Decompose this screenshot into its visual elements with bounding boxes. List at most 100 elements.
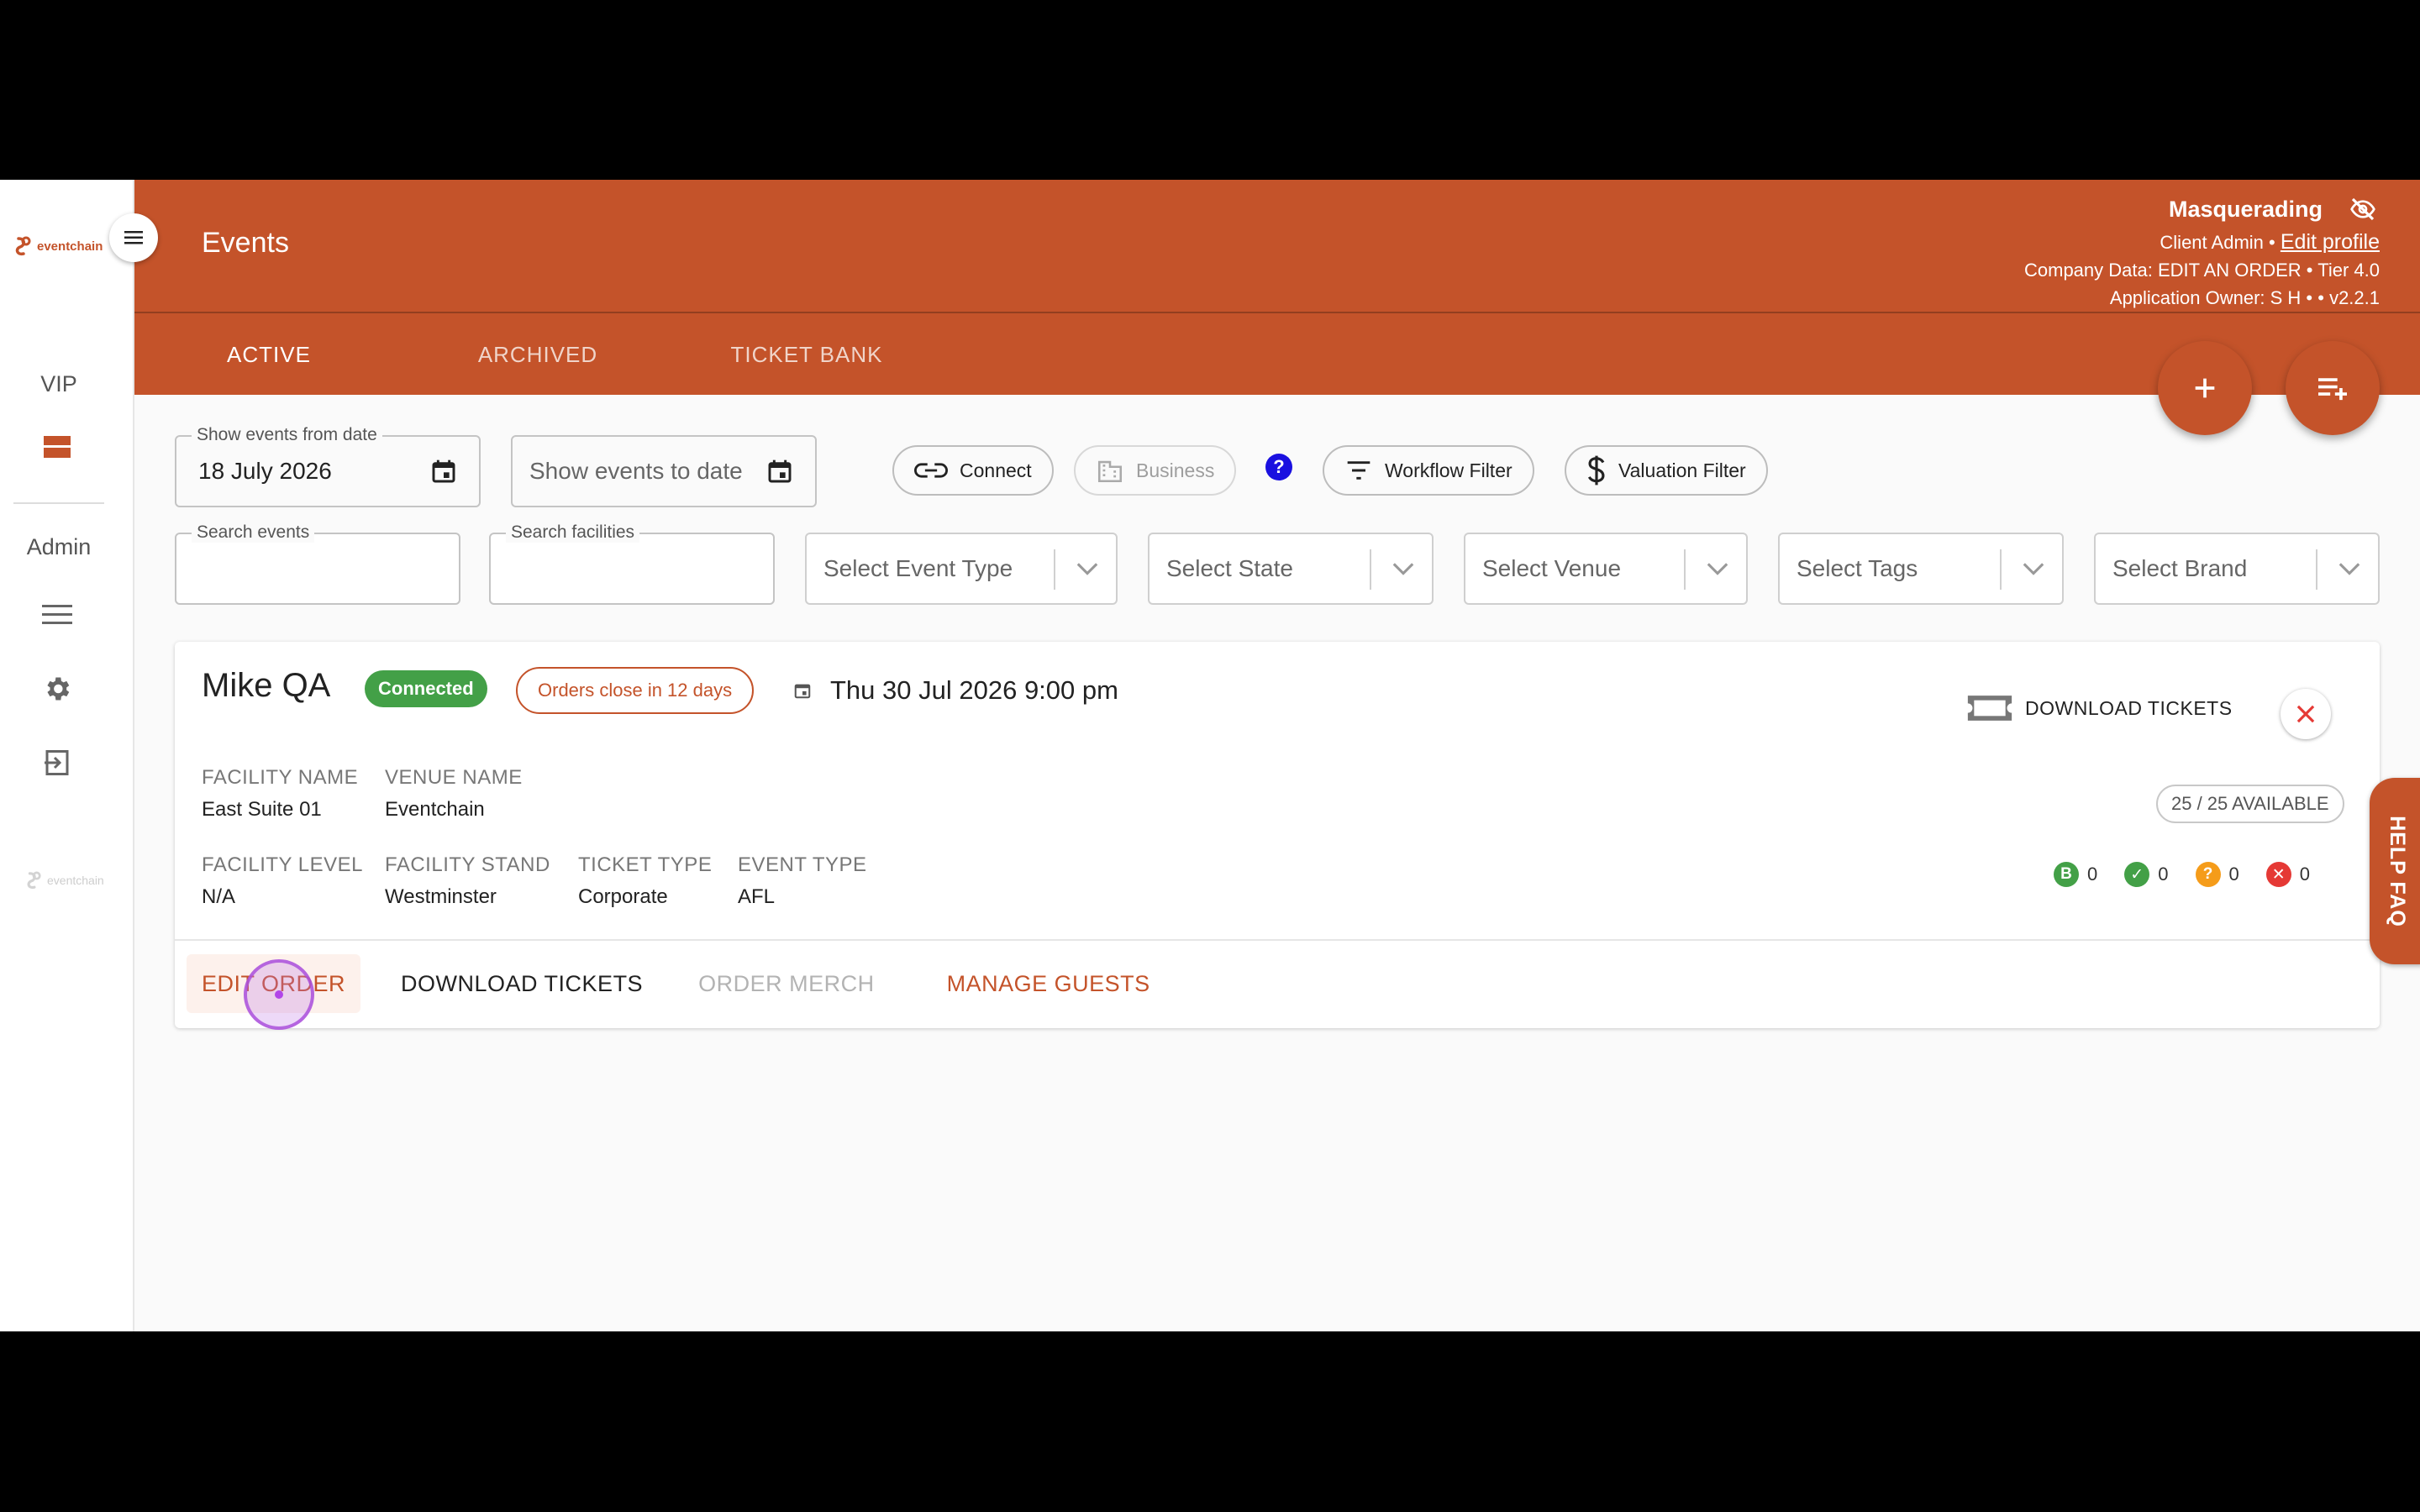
status-booked: B 0 — [2054, 862, 2097, 887]
dropdown-toggle[interactable] — [1392, 534, 1415, 603]
select-separator — [2000, 549, 2002, 590]
facility-level-field: FACILITY LEVEL N/A — [202, 853, 363, 909]
app-window: eventchain VIP Admin eventchain Events M… — [0, 180, 2420, 1331]
app-logo[interactable]: eventchain — [13, 235, 103, 257]
ticket-icon — [1967, 696, 2012, 721]
sidebar-item-logout[interactable] — [39, 744, 76, 781]
ticket-type-field: TICKET TYPE Corporate — [578, 853, 712, 909]
cross-icon: ✕ — [2265, 862, 2291, 887]
business-filter-chip[interactable]: Business — [1074, 445, 1237, 496]
add-event-button[interactable] — [2158, 341, 2252, 435]
dropdown-toggle[interactable] — [1706, 534, 1729, 603]
connect-label: Connect — [960, 459, 1032, 481]
business-icon — [1097, 460, 1123, 483]
sidebar-vip-label: VIP — [40, 371, 77, 396]
hamburger-icon — [124, 231, 143, 244]
to-date-placeholder: Show events to date — [529, 458, 743, 484]
from-date-picker[interactable] — [430, 437, 457, 506]
pending-count: 0 — [2228, 864, 2239, 885]
event-card: Mike QA Connected Orders close in 12 day… — [175, 642, 2380, 1028]
download-tickets-top-button[interactable]: DOWNLOAD TICKETS — [1966, 692, 2233, 724]
facility-stand-value: Westminster — [385, 885, 497, 908]
tags-select[interactable]: Select Tags — [1778, 533, 2064, 605]
brand-placeholder: Select Brand — [2112, 555, 2248, 581]
event-datetime-text: Thu 30 Jul 2026 9:00 pm — [830, 675, 1118, 705]
connect-filter-chip[interactable]: Connect — [892, 445, 1054, 496]
to-date-picker[interactable] — [766, 437, 793, 506]
event-datetime: Thu 30 Jul 2026 9:00 pm — [793, 667, 1118, 714]
filter-icon — [1347, 461, 1370, 480]
ticket-type-label: TICKET TYPE — [578, 853, 713, 876]
edit-profile-link[interactable]: Edit profile — [2281, 230, 2380, 254]
declined-count: 0 — [2299, 864, 2310, 885]
facility-level-label: FACILITY LEVEL — [202, 853, 363, 876]
sidebar: eventchain VIP Admin eventchain — [0, 180, 134, 1331]
sidebar-toggle-button[interactable] — [109, 213, 158, 262]
event-tabs: ACTIVE ARCHIVED TICKET BANK — [134, 314, 941, 395]
eye-off-icon[interactable] — [2346, 196, 2380, 223]
dollar-icon — [1587, 455, 1605, 486]
from-date-field[interactable]: Show events from date 18 July 2026 — [175, 425, 481, 507]
question-icon: ? — [2195, 862, 2221, 887]
workflow-filter-label: Workflow Filter — [1385, 459, 1512, 481]
event-type-label: EVENT TYPE — [738, 853, 867, 876]
close-event-button[interactable] — [2281, 689, 2331, 739]
search-events-label: Search events — [192, 522, 315, 543]
tab-active[interactable]: ACTIVE — [134, 314, 403, 395]
user-info: Masquerading Client Admin • Edit profile… — [2024, 190, 2380, 312]
tags-placeholder: Select Tags — [1797, 555, 1918, 581]
sidebar-admin-label: Admin — [26, 534, 92, 559]
search-facilities-input[interactable]: Search facilities — [489, 522, 775, 605]
events-icon — [44, 436, 71, 458]
select-separator — [1370, 549, 1371, 590]
application-owner: Application Owner: S H • • v2.2.1 — [2109, 287, 2380, 308]
download-tickets-button[interactable]: DOWNLOAD TICKETS — [386, 954, 658, 1013]
facility-name-field: FACILITY NAME East Suite 01 — [202, 766, 358, 822]
tab-archived[interactable]: ARCHIVED — [403, 314, 672, 395]
plus-icon — [2195, 378, 2215, 398]
add-to-list-button[interactable] — [2286, 341, 2380, 435]
search-facilities-label: Search facilities — [506, 522, 640, 543]
workflow-filter-chip[interactable]: Workflow Filter — [1323, 445, 1534, 496]
from-date-value: 18 July 2026 — [198, 458, 332, 484]
tab-ticket-bank[interactable]: TICKET BANK — [672, 314, 941, 395]
footer-logo: eventchain — [25, 870, 104, 890]
valuation-filter-chip[interactable]: Valuation Filter — [1565, 445, 1768, 496]
company-data: Company Data: EDIT AN ORDER • Tier 4.0 — [2024, 260, 2380, 281]
event-type-select[interactable]: Select Event Type — [805, 533, 1118, 605]
dropdown-toggle[interactable] — [2022, 534, 2045, 603]
order-merch-button[interactable]: ORDER MERCH — [683, 954, 890, 1013]
state-select[interactable]: Select State — [1148, 533, 1434, 605]
chevron-down-icon — [1392, 563, 1414, 575]
help-icon[interactable]: ? — [1265, 454, 1292, 480]
event-type-placeholder: Select Event Type — [823, 555, 1013, 581]
calendar-icon — [768, 459, 792, 483]
chevron-down-icon — [2023, 563, 2044, 575]
select-separator — [2316, 549, 2317, 590]
facility-name-label: FACILITY NAME — [202, 766, 359, 789]
dropdown-toggle[interactable] — [2338, 534, 2361, 603]
to-date-field[interactable]: Show events to date — [511, 435, 817, 507]
facility-stand-field: FACILITY STAND Westminster — [385, 853, 550, 909]
sidebar-item-menu[interactable] — [39, 596, 76, 633]
footer-logo-text: eventchain — [47, 874, 104, 887]
orders-close-badge: Orders close in 12 days — [516, 667, 755, 714]
logout-icon — [45, 750, 69, 775]
logo-text: eventchain — [37, 239, 103, 254]
help-faq-label: HELP FAQ — [2385, 815, 2409, 927]
sidebar-item-events[interactable] — [39, 428, 76, 465]
venue-select[interactable]: Select Venue — [1464, 533, 1748, 605]
venue-name-label: VENUE NAME — [385, 766, 523, 789]
search-events-input[interactable]: Search events — [175, 522, 460, 605]
manage-guests-button[interactable]: MANAGE GUESTS — [932, 954, 1165, 1013]
help-faq-tab[interactable]: HELP FAQ — [2370, 778, 2420, 964]
ticket-type-value: Corporate — [578, 885, 668, 908]
dropdown-toggle[interactable] — [1076, 534, 1099, 603]
select-separator — [1684, 549, 1686, 590]
status-pending: ? 0 — [2195, 862, 2239, 887]
sidebar-item-settings[interactable] — [39, 670, 76, 707]
brand-select[interactable]: Select Brand — [2094, 533, 2380, 605]
facility-level-value: N/A — [202, 885, 236, 908]
calendar-small-icon — [794, 684, 811, 699]
download-tickets-top-label: DOWNLOAD TICKETS — [2025, 696, 2233, 719]
